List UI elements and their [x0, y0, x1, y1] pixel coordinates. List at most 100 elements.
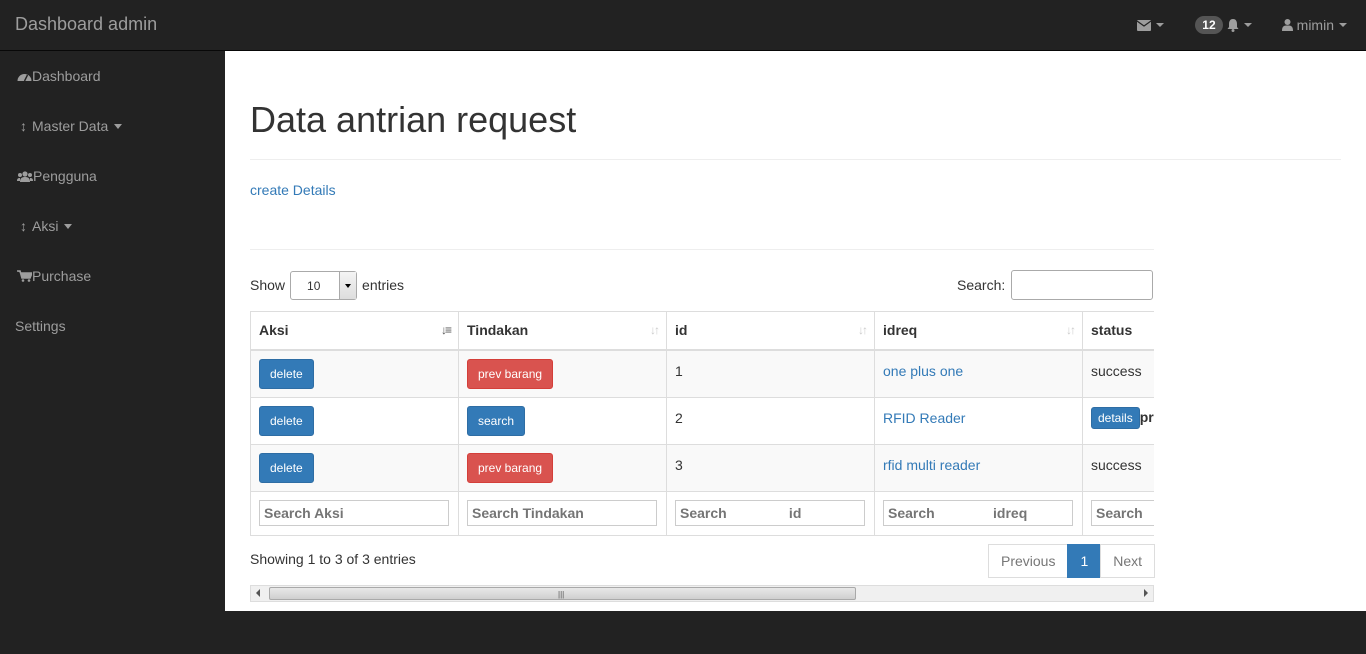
- search-id-input[interactable]: [675, 499, 865, 526]
- arrows-v-icon: ↕: [20, 118, 27, 134]
- column-header-idreq[interactable]: idreq ↓↑: [874, 311, 1083, 351]
- cell-id: 3: [666, 443, 875, 492]
- column-header-label: Aksi: [259, 322, 289, 338]
- sort-icon: ↓↑: [650, 323, 660, 337]
- search-status-input[interactable]: [1091, 499, 1154, 526]
- sidebar-item-pengguna[interactable]: Pengguna: [17, 168, 97, 184]
- notifications-dropdown[interactable]: 12: [1195, 16, 1252, 34]
- length-label-before: Show: [250, 277, 286, 293]
- table-footer-search-row: [250, 490, 1154, 536]
- dashboard-icon: [17, 73, 32, 81]
- details-button[interactable]: details: [1091, 406, 1140, 429]
- cell-status: success: [1082, 349, 1154, 398]
- sidebar-item-label: Dashboard: [32, 68, 101, 84]
- scroll-right-icon[interactable]: [1144, 589, 1148, 597]
- cell-status: success: [1082, 443, 1154, 492]
- prev-barang-button[interactable]: prev barang: [467, 452, 554, 483]
- main-content: Data antrian request create Details Show…: [225, 51, 1366, 611]
- chevron-down-icon: [1156, 23, 1165, 27]
- user-icon: [1281, 19, 1293, 31]
- sidebar-item-purchase[interactable]: Purchase: [17, 268, 91, 284]
- delete-button[interactable]: delete: [259, 405, 314, 436]
- envelope-icon: [1137, 19, 1152, 31]
- table-row: delete prev barang 1 one plus one succes…: [250, 349, 1154, 398]
- column-header-label: status: [1091, 322, 1133, 338]
- chevron-down-icon: [1243, 23, 1252, 27]
- sidebar-item-label: Aksi: [32, 218, 59, 234]
- cell-id: 1: [666, 349, 875, 398]
- chevron-down-icon: [339, 271, 357, 299]
- page-title: Data antrian request: [250, 99, 577, 140]
- table-row: delete prev barang 3 rfid multi reader s…: [250, 443, 1154, 492]
- messages-dropdown[interactable]: [1137, 19, 1165, 31]
- sidebar-item-label: Settings: [15, 318, 66, 334]
- bell-icon: [1227, 18, 1239, 32]
- search-label: Search:: [957, 277, 1006, 293]
- sort-asc-icon: ↓≡: [440, 323, 452, 337]
- sidebar-item-settings[interactable]: Settings: [15, 318, 66, 334]
- create-details-link[interactable]: create Details: [250, 182, 336, 198]
- sort-icon: ↓↑: [1066, 323, 1076, 337]
- cell-status: pr: [1139, 408, 1154, 425]
- arrows-v-icon: ↕: [20, 218, 27, 234]
- next-page-button[interactable]: Next: [1100, 544, 1156, 578]
- cell-id: 2: [666, 396, 875, 445]
- pagination: Previous 1 Next: [988, 544, 1156, 578]
- grip-icon: |||: [558, 590, 565, 599]
- sidebar-item-aksi[interactable]: ↕ Aksi: [20, 218, 73, 234]
- table-info: Showing 1 to 3 of 3 entries: [250, 551, 416, 567]
- search-aksi-input[interactable]: [259, 499, 449, 526]
- column-header-label: idreq: [883, 322, 918, 338]
- divider: [250, 159, 1341, 160]
- sidebar-item-label: Pengguna: [33, 168, 97, 184]
- length-label-after: entries: [362, 277, 405, 293]
- column-header-label: id: [675, 322, 688, 338]
- page-1-button[interactable]: 1: [1067, 544, 1102, 578]
- chevron-down-icon: [64, 223, 73, 229]
- horizontal-scrollbar[interactable]: |||: [250, 585, 1154, 602]
- table-row: delete search 2 RFID Reader details pr: [250, 396, 1154, 445]
- column-header-status[interactable]: status: [1082, 311, 1154, 351]
- top-navbar: Dashboard admin 12 mimin: [0, 0, 1366, 51]
- column-header-label: Tindakan: [467, 322, 529, 338]
- sidebar-item-dashboard[interactable]: Dashboard: [17, 68, 101, 84]
- brand-title[interactable]: Dashboard admin: [15, 14, 157, 35]
- chevron-down-icon: [1339, 23, 1347, 27]
- search-tindakan-input[interactable]: [467, 499, 657, 526]
- data-table: Aksi ↓≡ Tindakan ↓↑ id ↓↑ idreq ↓↑ status de…: [250, 311, 1154, 536]
- entries-select-value: 10: [307, 278, 321, 293]
- previous-page-button[interactable]: Previous: [988, 544, 1069, 578]
- scroll-left-icon[interactable]: [256, 589, 260, 597]
- sort-icon: ↓↑: [858, 323, 868, 337]
- users-icon: [17, 170, 33, 182]
- search-idreq-input[interactable]: [883, 499, 1073, 526]
- sidebar-item-label: Master Data: [32, 118, 109, 134]
- idreq-link[interactable]: rfid multi reader: [883, 457, 980, 473]
- table-container: Aksi ↓≡ Tindakan ↓↑ id ↓↑ idreq ↓↑ status de…: [250, 311, 1154, 536]
- notification-badge: 12: [1195, 16, 1223, 34]
- table-search: Search:: [957, 270, 1154, 300]
- search-input[interactable]: [1011, 270, 1154, 300]
- length-control: Show 10 entries: [250, 270, 404, 300]
- sidebar-item-master-data[interactable]: ↕ Master Data: [20, 118, 123, 134]
- scrollbar-thumb[interactable]: |||: [269, 587, 856, 600]
- column-header-aksi[interactable]: Aksi ↓≡: [250, 311, 459, 351]
- navbar-right: 12 mimin: [1137, 0, 1366, 50]
- search-button[interactable]: search: [467, 405, 526, 436]
- divider: [250, 249, 1154, 250]
- cart-icon: [17, 270, 32, 282]
- table-header-row: Aksi ↓≡ Tindakan ↓↑ id ↓↑ idreq ↓↑ status: [250, 311, 1154, 351]
- entries-select[interactable]: 10: [290, 270, 358, 300]
- sidebar-item-label: Purchase: [32, 268, 92, 284]
- delete-button[interactable]: delete: [259, 452, 314, 483]
- idreq-link[interactable]: RFID Reader: [883, 410, 965, 426]
- prev-barang-button[interactable]: prev barang: [467, 358, 554, 389]
- delete-button[interactable]: delete: [259, 358, 314, 389]
- column-header-tindakan[interactable]: Tindakan ↓↑: [458, 311, 667, 351]
- sidebar: Dashboard ↕ Master Data Pengguna ↕ Aksi …: [0, 51, 225, 611]
- idreq-link[interactable]: one plus one: [883, 363, 963, 379]
- chevron-down-icon: [114, 123, 123, 129]
- user-name: mimin: [1296, 17, 1334, 33]
- user-dropdown[interactable]: mimin: [1281, 17, 1347, 33]
- column-header-id[interactable]: id ↓↑: [666, 311, 875, 351]
